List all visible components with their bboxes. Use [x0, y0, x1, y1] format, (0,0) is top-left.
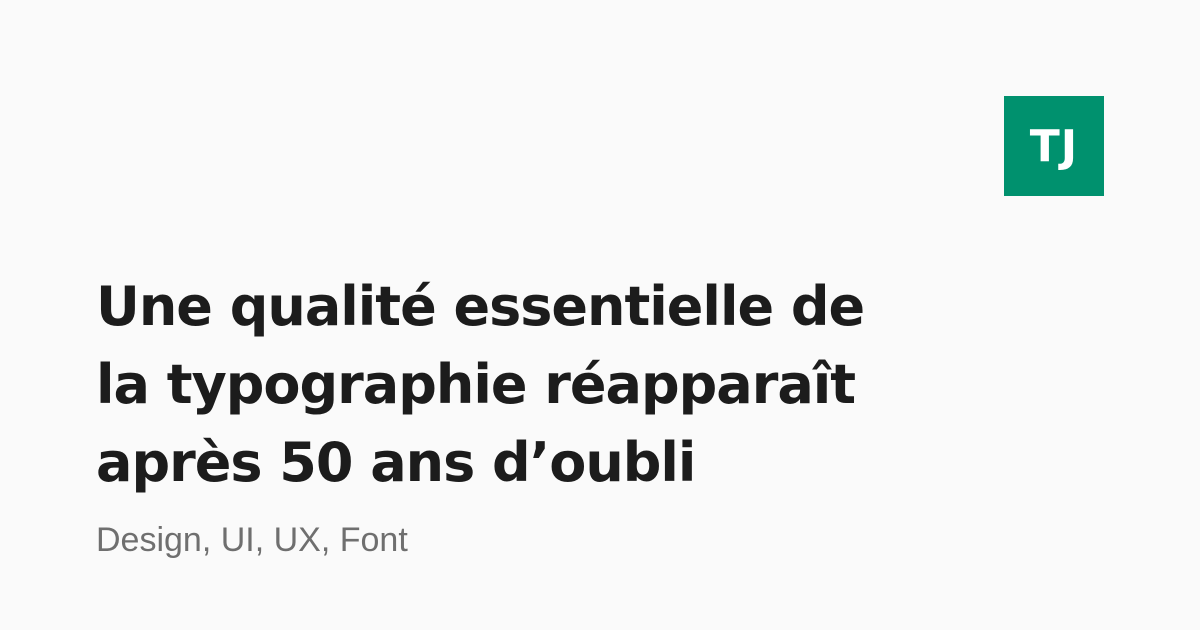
- site-logo[interactable]: TJ: [1004, 96, 1104, 196]
- article-title-line-3: après 50 ans d’oubli: [96, 431, 696, 494]
- site-logo-text: TJ: [1029, 120, 1079, 172]
- article-title-line-1: Une qualité essentielle de: [96, 275, 865, 338]
- article-title-line-2: la typographie réapparaît: [96, 353, 856, 416]
- article-tags: Design, UI, UX, Font: [96, 521, 408, 559]
- article-title: Une qualité essentielle de la typographi…: [96, 268, 916, 502]
